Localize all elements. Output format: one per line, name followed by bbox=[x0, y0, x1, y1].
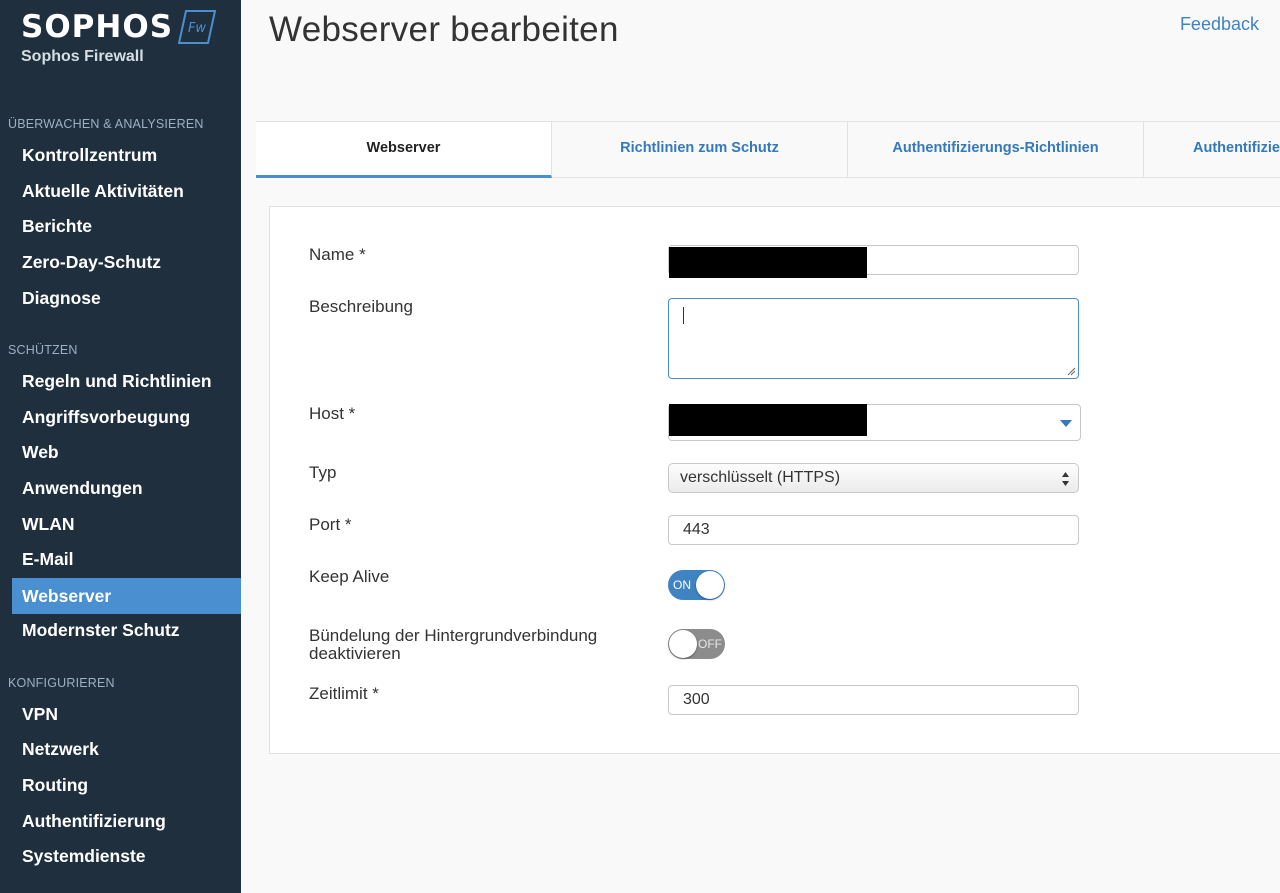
keepalive-label: Keep Alive bbox=[309, 567, 390, 586]
sidebar-item-aktuelle-aktivitaeten[interactable]: Aktuelle Aktivitäten bbox=[12, 173, 241, 209]
sidebar-item-authentifizierung[interactable]: Authentifizierung bbox=[12, 803, 241, 839]
sidebar-item-webserver[interactable]: Webserver bbox=[12, 578, 241, 614]
host-label: Host * bbox=[309, 404, 356, 423]
tab-authentifizierung[interactable]: Authentifizie bbox=[1144, 122, 1280, 178]
sidebar-item-angriffsvorbeugung[interactable]: Angriffsvorbeugung bbox=[12, 399, 241, 435]
resize-handle-icon[interactable] bbox=[1067, 367, 1076, 376]
bundling-label-line2: deaktivieren bbox=[309, 644, 401, 663]
toggle-knob bbox=[696, 571, 724, 599]
section-label-protect: SCHÜTZEN bbox=[8, 343, 78, 357]
tab-richtlinien-zum-schutz[interactable]: Richtlinien zum Schutz bbox=[552, 122, 848, 178]
name-redaction bbox=[669, 247, 867, 278]
brand: SOPHOS Sophos Firewall bbox=[21, 10, 173, 66]
sidebar-item-vpn[interactable]: VPN bbox=[12, 696, 241, 732]
bundling-toggle[interactable]: OFF bbox=[668, 629, 725, 659]
sidebar-item-diagnose[interactable]: Diagnose bbox=[12, 280, 241, 316]
type-label: Typ bbox=[309, 463, 337, 482]
chevron-down-icon bbox=[1060, 420, 1072, 427]
sidebar: SOPHOS Sophos Firewall Fw ÜBERWACHEN & A… bbox=[0, 0, 241, 893]
product-name: Sophos Firewall bbox=[21, 48, 144, 65]
sidebar-item-web[interactable]: Web bbox=[12, 434, 241, 470]
bundling-label: Bündelung der Hintergrundverbindung deak… bbox=[309, 627, 597, 663]
sophos-logo: SOPHOS bbox=[21, 9, 174, 45]
toggle-knob bbox=[669, 630, 697, 658]
firewall-badge-icon: Fw bbox=[178, 10, 216, 44]
port-label: Port * bbox=[309, 515, 352, 534]
badge-label: Fw bbox=[188, 21, 206, 36]
sidebar-item-berichte[interactable]: Berichte bbox=[12, 208, 241, 244]
keepalive-toggle[interactable]: ON bbox=[668, 570, 725, 600]
timeout-label: Zeitlimit * bbox=[309, 684, 379, 703]
select-arrows-icon bbox=[1062, 472, 1069, 486]
tab-bar: Webserver Richtlinien zum Schutz Authent… bbox=[256, 121, 1280, 178]
timeout-input[interactable]: 300 bbox=[668, 685, 1079, 715]
tab-webserver[interactable]: Webserver bbox=[256, 122, 552, 178]
section-label-configure: KONFIGURIEREN bbox=[8, 676, 115, 690]
sidebar-item-modernster-schutz[interactable]: Modernster Schutz bbox=[12, 612, 241, 648]
section-label-monitor: ÜBERWACHEN & ANALYSIEREN bbox=[8, 117, 204, 131]
sidebar-item-email[interactable]: E-Mail bbox=[12, 541, 241, 577]
page-title: Webserver bearbeiten bbox=[269, 10, 619, 49]
sidebar-item-netzwerk[interactable]: Netzwerk bbox=[12, 731, 241, 767]
feedback-link[interactable]: Feedback bbox=[1180, 14, 1259, 35]
text-caret bbox=[683, 307, 684, 324]
host-select[interactable] bbox=[668, 404, 1081, 441]
keepalive-toggle-state: ON bbox=[673, 578, 691, 592]
sidebar-item-anwendungen[interactable]: Anwendungen bbox=[12, 470, 241, 506]
sidebar-item-wlan[interactable]: WLAN bbox=[12, 506, 241, 542]
sidebar-item-systemdienste[interactable]: Systemdienste bbox=[12, 838, 241, 874]
description-textarea[interactable] bbox=[668, 298, 1079, 379]
name-label: Name * bbox=[309, 245, 366, 264]
sidebar-item-zero-day-schutz[interactable]: Zero-Day-Schutz bbox=[12, 244, 241, 280]
port-input[interactable]: 443 bbox=[668, 515, 1079, 545]
sidebar-item-routing[interactable]: Routing bbox=[12, 767, 241, 803]
type-select[interactable]: verschlüsselt (HTTPS) bbox=[668, 463, 1079, 493]
sidebar-item-regeln[interactable]: Regeln und Richtlinien bbox=[12, 363, 241, 399]
bundling-toggle-state: OFF bbox=[698, 637, 722, 651]
host-redaction bbox=[669, 404, 867, 436]
description-label: Beschreibung bbox=[309, 297, 413, 316]
bundling-label-line1: Bündelung der Hintergrundverbindung bbox=[309, 626, 598, 645]
type-selected-value: verschlüsselt (HTTPS) bbox=[680, 469, 841, 486]
sidebar-item-kontrollzentrum[interactable]: Kontrollzentrum bbox=[12, 137, 241, 173]
name-input[interactable] bbox=[668, 245, 1079, 278]
tab-authentifizierungs-richtlinien[interactable]: Authentifizierungs-Richtlinien bbox=[848, 122, 1144, 178]
